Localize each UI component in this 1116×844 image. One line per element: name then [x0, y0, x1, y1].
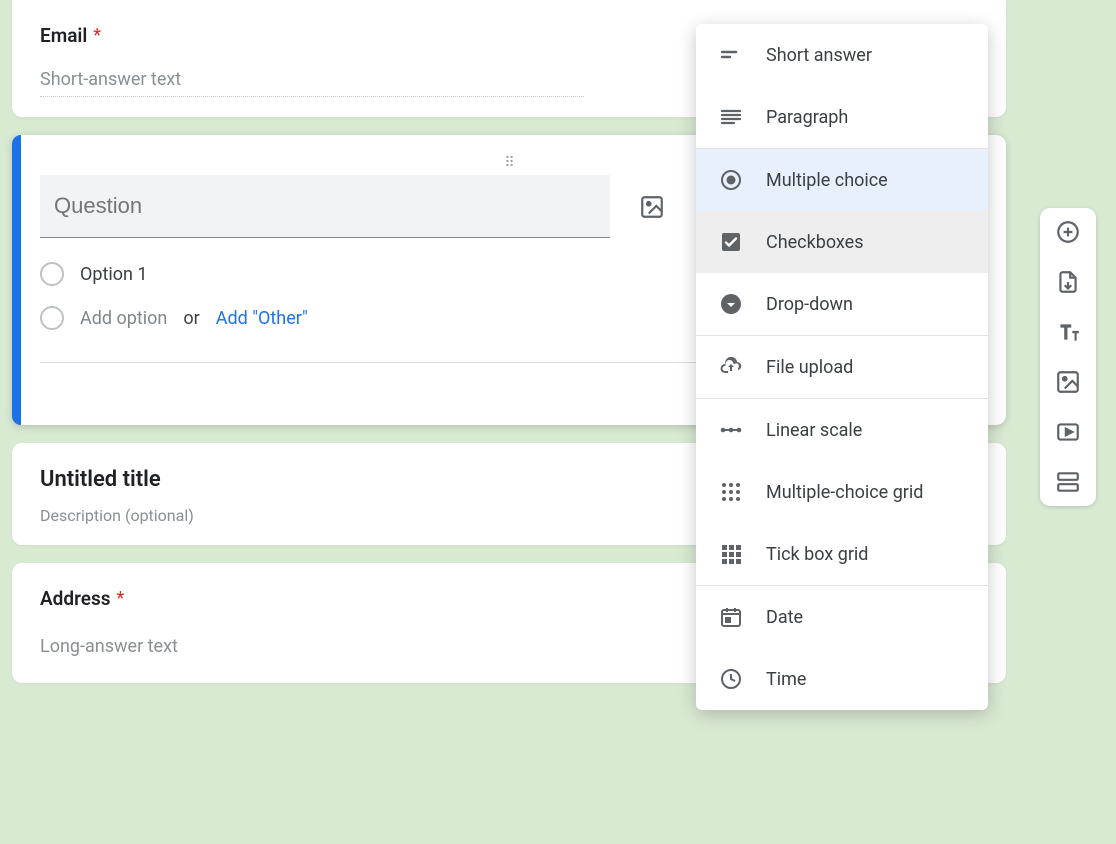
add-question-button[interactable]	[1054, 218, 1082, 246]
section-icon	[1055, 469, 1081, 495]
clock-icon	[718, 666, 744, 692]
option-1-label[interactable]: Option 1	[80, 264, 148, 285]
add-title-button[interactable]	[1054, 318, 1082, 346]
radio-selected-icon	[718, 167, 744, 193]
question-title-input[interactable]	[40, 175, 610, 238]
short-answer-icon	[718, 42, 744, 68]
floating-toolbar	[1040, 208, 1096, 506]
type-dropdown-label: Drop-down	[766, 294, 853, 315]
add-section-button[interactable]	[1054, 468, 1082, 496]
type-short-answer-label: Short answer	[766, 45, 872, 66]
image-icon	[1055, 369, 1081, 395]
title-icon	[1055, 319, 1081, 345]
type-tick-grid[interactable]: Tick box grid	[696, 523, 988, 585]
add-video-button[interactable]	[1054, 418, 1082, 446]
add-image-toolbar-button[interactable]	[1054, 368, 1082, 396]
type-mc-grid-label: Multiple-choice grid	[766, 482, 923, 503]
address-label: Address	[40, 587, 111, 610]
radio-icon	[40, 306, 64, 330]
type-paragraph-label: Paragraph	[766, 107, 848, 128]
type-tick-grid-label: Tick box grid	[766, 544, 868, 565]
type-multiple-choice[interactable]: Multiple choice	[696, 149, 988, 211]
checkbox-icon	[718, 229, 744, 255]
type-paragraph[interactable]: Paragraph	[696, 86, 988, 148]
type-file-upload[interactable]: File upload	[696, 336, 988, 398]
add-image-button[interactable]	[634, 189, 670, 225]
dot-grid-icon	[718, 479, 744, 505]
calendar-icon	[718, 604, 744, 630]
add-other-link[interactable]: Add "Other"	[216, 308, 308, 329]
type-time[interactable]: Time	[696, 648, 988, 710]
address-answer-placeholder: Long-answer text	[40, 636, 584, 663]
type-date-label: Date	[766, 607, 803, 628]
cloud-upload-icon	[718, 354, 744, 380]
type-linear-scale-label: Linear scale	[766, 420, 862, 441]
add-option-text[interactable]: Add option	[80, 308, 167, 329]
type-checkboxes[interactable]: Checkboxes	[696, 211, 988, 273]
type-checkboxes-label: Checkboxes	[766, 232, 864, 253]
type-mc-grid[interactable]: Multiple-choice grid	[696, 461, 988, 523]
type-file-upload-label: File upload	[766, 357, 853, 378]
video-icon	[1055, 419, 1081, 445]
square-grid-icon	[718, 541, 744, 567]
type-date[interactable]: Date	[696, 586, 988, 648]
question-type-menu[interactable]: Short answer Paragraph Multiple choice C…	[696, 24, 988, 710]
required-asterisk: *	[93, 25, 101, 46]
type-multiple-choice-label: Multiple choice	[766, 170, 888, 191]
dropdown-icon	[718, 291, 744, 317]
required-asterisk: *	[117, 588, 125, 609]
type-linear-scale[interactable]: Linear scale	[696, 399, 988, 461]
email-answer-placeholder: Short-answer text	[40, 69, 584, 97]
radio-icon	[40, 262, 64, 286]
linear-scale-icon	[718, 417, 744, 443]
email-label: Email	[40, 24, 87, 47]
type-dropdown[interactable]: Drop-down	[696, 273, 988, 335]
type-short-answer[interactable]: Short answer	[696, 24, 988, 86]
type-time-label: Time	[766, 669, 806, 690]
import-icon	[1055, 269, 1081, 295]
plus-circle-icon	[1055, 219, 1081, 245]
import-questions-button[interactable]	[1054, 268, 1082, 296]
or-text: or	[183, 308, 199, 329]
image-icon	[639, 194, 665, 220]
paragraph-icon	[718, 104, 744, 130]
